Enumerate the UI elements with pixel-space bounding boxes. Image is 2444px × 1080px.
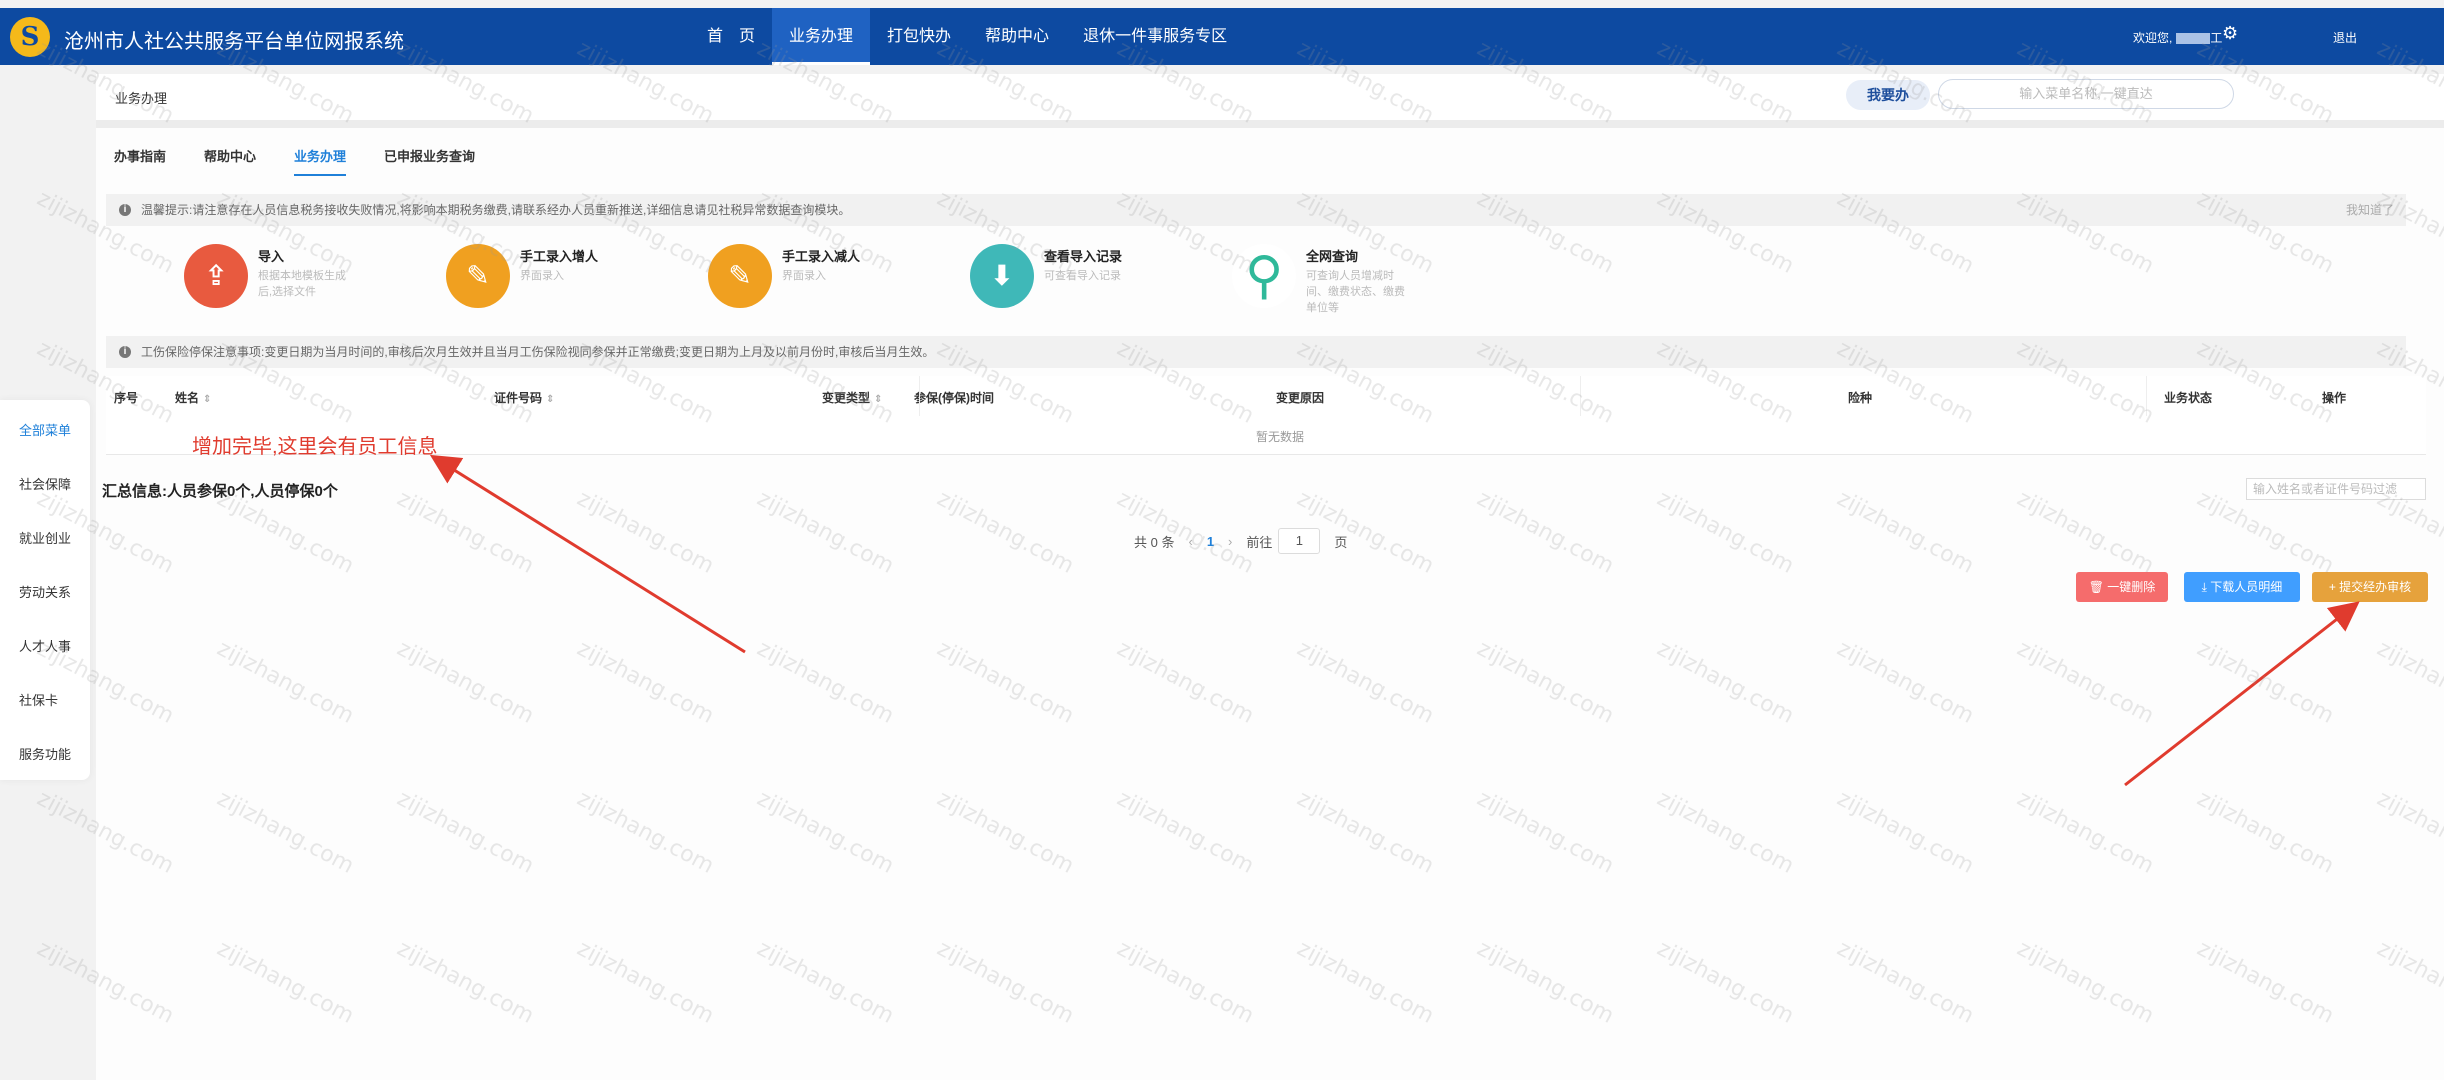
welcome-label: 欢迎您,: [2133, 31, 2173, 45]
import-icon: ⇪: [184, 244, 248, 308]
page-unit: 页: [1334, 534, 1348, 550]
injury-notice-text: 工伤保险停保注意事项:变更日期为当月时间的,审核后次月生效并且当月工伤保险视同参…: [141, 345, 935, 359]
annotation-text: 增加完毕,这里会有员工信息: [192, 436, 438, 458]
sidebar-item-card[interactable]: 社保卡: [19, 690, 58, 709]
current-page[interactable]: 1: [1207, 534, 1214, 549]
download-detail-button[interactable]: ⤓ 下载人员明细: [2184, 572, 2300, 602]
main-panel: 业务办理 我要办 输入菜单名称,一键直达 办事指南 帮助中心 业务办理 已申报业…: [96, 74, 2444, 1080]
sidebar-item-all[interactable]: 全部菜单: [19, 420, 71, 439]
delete-all-button[interactable]: 🗑 一键删除: [2076, 572, 2168, 602]
import-desc: 根据本地模板生成后,选择文件: [258, 270, 346, 298]
nav-help[interactable]: 帮助中心: [968, 8, 1066, 65]
menu-search-input[interactable]: 输入菜单名称,一键直达: [1938, 79, 2234, 109]
filter-input[interactable]: 输入姓名或者证件号码过滤: [2246, 478, 2426, 500]
manual-add-desc: 界面录入: [520, 270, 564, 282]
col-change-type-label: 变更类型: [822, 391, 871, 405]
col-enroll-time: 参保(停保)时间: [914, 391, 994, 405]
nav-home[interactable]: 首 页: [690, 8, 772, 65]
submit-review-button[interactable]: + 提交经办审核: [2312, 572, 2428, 602]
manual-remove-title: 手工录入减人: [782, 249, 861, 264]
tab-declared-query[interactable]: 已申报业务查询: [384, 146, 475, 176]
sort-icon[interactable]: ⇕: [203, 394, 211, 405]
info-icon: i: [119, 346, 131, 358]
col-id-label: 证件号码: [494, 391, 543, 405]
table-empty-row: 暂无数据: [106, 416, 2426, 455]
col-id-number[interactable]: 证件号码 ⇕: [494, 389, 554, 406]
sidebar-item-services[interactable]: 服务功能: [19, 744, 71, 763]
column-divider: [2146, 376, 2147, 416]
page-jump-input[interactable]: 1: [1278, 528, 1321, 554]
tax-notice: i 温馨提示:请注意存在人员信息税务接收失败情况,将影响本期税务缴费,请联系经办…: [106, 194, 2406, 226]
breadcrumb: 业务办理: [115, 91, 168, 106]
empty-text: 暂无数据: [1256, 430, 1305, 444]
download-icon: ⬇: [970, 244, 1034, 308]
prev-page-icon[interactable]: ‹: [1188, 534, 1192, 549]
col-change-reason: 变更原因: [1276, 391, 1325, 405]
pagination: 共 0 条 ‹ 1 › 前往 1 页: [1134, 528, 1361, 554]
edit-icon: ✎: [446, 244, 510, 308]
dismiss-link[interactable]: 我知道了: [2346, 194, 2394, 226]
manual-add-title: 手工录入增人: [520, 249, 599, 264]
nav-business[interactable]: 业务办理: [772, 8, 871, 65]
table-header: 序号 姓名 ⇕ 证件号码 ⇕ 变更类型 ⇕ 参保(停保)时间 变更原因 险种 业务状态…: [106, 376, 2426, 417]
woyaoban-button[interactable]: 我要办: [1846, 80, 1930, 110]
welcome-suffix: 工: [2210, 31, 2223, 45]
logout-link[interactable]: 退出: [2333, 29, 2357, 46]
sidebar-item-social-security[interactable]: 社会保障: [19, 474, 71, 493]
goto-label: 前往: [1246, 534, 1273, 550]
breadcrumb-bar: 业务办理 我要办 输入菜单名称,一键直达: [96, 74, 2444, 128]
col-operation: 操作: [2322, 391, 2347, 405]
edit-icon: ✎: [708, 244, 772, 308]
sub-tabs: 办事指南 帮助中心 业务办理 已申报业务查询: [114, 146, 513, 176]
import-title: 导入: [258, 249, 285, 264]
column-divider: [919, 376, 920, 416]
gear-icon[interactable]: ⚙: [2222, 23, 2238, 44]
sidebar-item-talent[interactable]: 人才人事: [19, 636, 71, 655]
sidebar-item-labor[interactable]: 劳动关系: [19, 582, 71, 601]
next-page-icon[interactable]: ›: [1228, 534, 1232, 549]
main-nav: 首 页 业务办理 打包快办 帮助中心 退休一件事服务专区: [690, 8, 1244, 65]
tab-business[interactable]: 业务办理: [294, 146, 347, 176]
col-name-label: 姓名: [175, 391, 200, 405]
redacted-username: [2176, 33, 2211, 45]
top-header: S 沧州市人社公共服务平台单位网报系统 首 页 业务办理 打包快办 帮助中心 退…: [0, 8, 2444, 65]
manual-remove-desc: 界面录入: [782, 270, 826, 282]
sort-icon[interactable]: ⇕: [874, 394, 882, 405]
logo-icon: S: [10, 17, 50, 57]
tab-guide[interactable]: 办事指南: [114, 146, 166, 176]
full-query-title: 全网查询: [1306, 249, 1359, 264]
left-menu: 全部菜单 社会保障 就业创业 劳动关系 人才人事 社保卡 服务功能: [0, 400, 90, 780]
sort-icon[interactable]: ⇕: [546, 394, 554, 405]
nav-package[interactable]: 打包快办: [870, 8, 968, 65]
search-icon: ⚲: [1232, 244, 1296, 308]
col-insurance-type: 险种: [1848, 391, 1873, 405]
summary-info: 汇总信息:人员参保0个,人员停保0个: [102, 483, 338, 500]
info-icon: i: [119, 204, 131, 216]
full-query-desc: 可查询人员增减时间、缴费状态、缴费单位等: [1306, 270, 1405, 314]
nav-retire[interactable]: 退休一件事服务专区: [1066, 8, 1244, 65]
tax-notice-text: 温馨提示:请注意存在人员信息税务接收失败情况,将影响本期税务缴费,请联系经办人员…: [141, 203, 851, 217]
col-name[interactable]: 姓名 ⇕: [175, 389, 211, 406]
import-records-title: 查看导入记录: [1044, 249, 1123, 264]
col-index: 序号: [114, 391, 139, 405]
welcome-text: 欢迎您, 工: [2133, 29, 2222, 46]
sidebar-item-employment[interactable]: 就业创业: [19, 528, 71, 547]
col-change-type[interactable]: 变更类型 ⇕: [822, 389, 882, 406]
col-status: 业务状态: [2164, 391, 2213, 405]
action-cards: ⇪ 导入 根据本地模板生成后,选择文件 ✎ 手工录入增人 界面录入 ✎ 手工录入…: [96, 234, 2396, 394]
injury-insurance-notice: i 工伤保险停保注意事项:变更日期为当月时间的,审核后次月生效并且当月工伤保险视…: [106, 336, 2406, 368]
system-title: 沧州市人社公共服务平台单位网报系统: [64, 31, 404, 53]
tab-help[interactable]: 帮助中心: [204, 146, 256, 176]
pager-total: 共 0 条: [1134, 534, 1175, 550]
import-records-desc: 可查看导入记录: [1044, 270, 1121, 282]
column-divider: [1580, 376, 1581, 416]
